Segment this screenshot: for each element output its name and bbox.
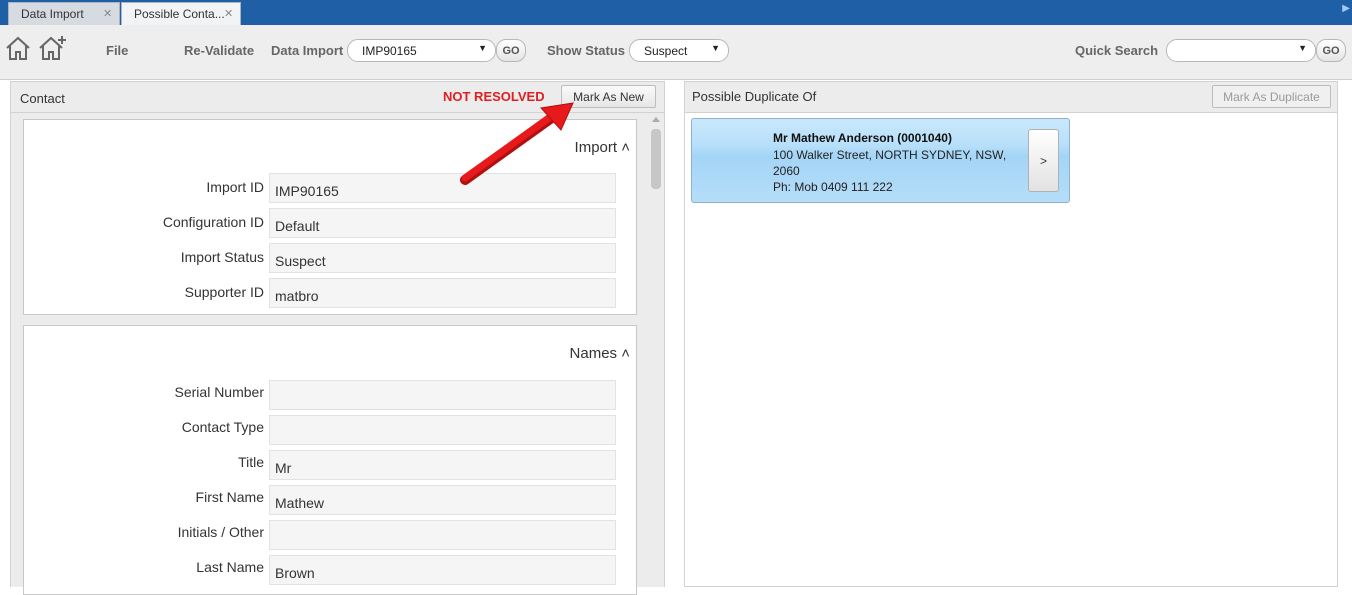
tab-data-import[interactable]: Data Import ✕ (8, 2, 120, 25)
field-label: First Name (195, 489, 264, 505)
first-name-field[interactable]: Mathew (269, 485, 616, 515)
home-add-icon[interactable] (38, 35, 68, 61)
contact-panel-title: Contact (20, 91, 65, 106)
duplicate-name: Mr Mathew Anderson (0001040) (773, 131, 952, 145)
duplicate-card[interactable]: Mr Mathew Anderson (0001040) 100 Walker … (691, 118, 1070, 203)
field-label: Initials / Other (177, 524, 264, 540)
chevron-up-icon[interactable]: ˄ (621, 345, 630, 362)
field-label: Serial Number (174, 384, 264, 400)
field-label: Supporter ID (184, 284, 264, 300)
toolbar: File Re-Validate Data Import IMP90165 ▼ … (0, 25, 1352, 80)
names-section: Names ˄ Serial Number Contact Type Title… (23, 325, 637, 595)
scrollbar-thumb[interactable] (651, 129, 661, 189)
initials-other-field[interactable] (269, 520, 616, 550)
annotation-arrow-icon (460, 102, 574, 185)
revalidate-button[interactable]: Re-Validate (184, 43, 254, 58)
quick-search-go-button[interactable]: GO (1316, 39, 1346, 62)
show-status-label: Show Status (547, 43, 626, 58)
duplicate-address-line1: 100 Walker Street, NORTH SYDNEY, NSW, (773, 148, 1007, 162)
duplicate-panel-title: Possible Duplicate Of (692, 89, 817, 104)
tab-bar: Data Import ✕ Possible Conta... ✕ ▶ (0, 0, 1352, 25)
duplicate-phone: Ph: Mob 0409 111 222 (773, 180, 893, 194)
quick-search-input[interactable]: ▼ (1166, 39, 1316, 62)
show-status-value: Suspect (644, 44, 688, 58)
import-status-field[interactable]: Suspect (269, 243, 616, 273)
field-label: Last Name (196, 559, 264, 575)
mark-as-duplicate-button[interactable]: Mark As Duplicate (1212, 85, 1331, 108)
data-import-label: Data Import (271, 43, 344, 58)
title-field[interactable]: Mr (269, 450, 616, 480)
section-title: Names (569, 345, 618, 362)
duplicate-panel-body: Mr Mathew Anderson (0001040) 100 Walker … (684, 113, 1338, 587)
quick-search-label: Quick Search (1075, 43, 1159, 58)
close-icon[interactable]: ✕ (224, 7, 233, 20)
field-label: Import Status (180, 249, 264, 265)
last-name-field[interactable]: Brown (269, 555, 616, 585)
serial-number-field[interactable] (269, 380, 616, 410)
data-import-select[interactable]: IMP90165 ▼ (347, 39, 496, 62)
scroll-up-icon[interactable] (652, 117, 660, 122)
configuration-id-field[interactable]: Default (269, 208, 616, 238)
tab-possible-contact[interactable]: Possible Conta... ✕ (121, 2, 241, 25)
supporter-id-field[interactable]: matbro (269, 278, 616, 308)
close-icon[interactable]: ✕ (103, 7, 112, 20)
field-label: Configuration ID (162, 214, 264, 230)
contact-type-field[interactable] (269, 415, 616, 445)
tab-label: Possible Conta... (134, 7, 225, 21)
open-duplicate-button[interactable]: > (1028, 129, 1059, 192)
field-label: Import ID (206, 179, 264, 195)
show-status-select[interactable]: Suspect ▼ (629, 39, 729, 62)
data-import-go-button[interactable]: GO (496, 39, 526, 62)
chevron-down-icon: ▼ (478, 43, 487, 53)
field-label: Title (238, 454, 264, 470)
duplicate-address-line2: 2060 (773, 164, 800, 178)
section-header[interactable]: Names ˄ (570, 345, 630, 362)
home-icon[interactable] (5, 35, 31, 61)
data-import-value: IMP90165 (362, 44, 417, 58)
chevron-down-icon: ▼ (1298, 43, 1307, 53)
section-title: Import (574, 139, 618, 156)
scroll-right-icon[interactable]: ▶ (1342, 3, 1350, 14)
chevron-up-icon[interactable]: ˄ (621, 139, 630, 156)
section-header[interactable]: Import ˄ (575, 139, 630, 156)
file-menu[interactable]: File (106, 43, 128, 58)
chevron-down-icon: ▼ (711, 43, 720, 53)
tab-label: Data Import (21, 7, 84, 21)
field-label: Contact Type (181, 419, 264, 435)
